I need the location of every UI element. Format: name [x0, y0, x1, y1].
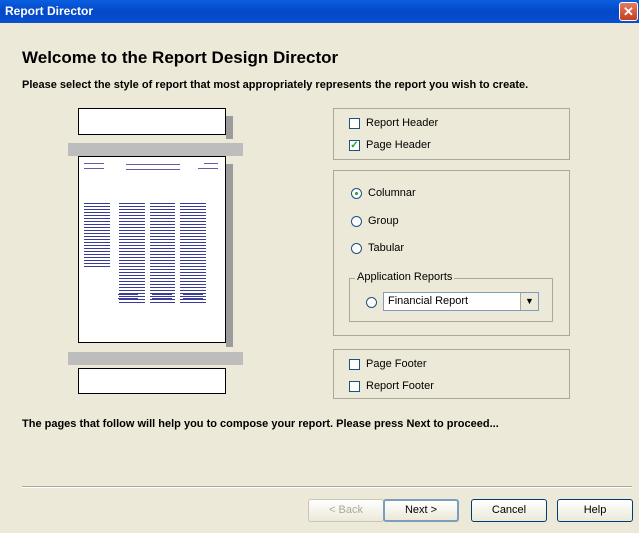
application-report-dropdown[interactable]: Financial Report ▼ — [383, 292, 539, 311]
page-footer-checkbox[interactable]: Page Footer — [349, 358, 427, 370]
next-button[interactable]: Next > — [383, 499, 459, 522]
instruction-text: The pages that follow will help you to c… — [22, 418, 499, 430]
help-button[interactable]: Help — [557, 499, 633, 522]
application-reports-legend: Application Reports — [355, 271, 455, 283]
checkbox-icon — [349, 380, 360, 392]
close-icon[interactable]: ✕ — [619, 2, 638, 21]
title-bar: Report Director ✕ — [0, 0, 639, 23]
window-title: Report Director — [5, 4, 94, 18]
chevron-down-icon[interactable]: ▼ — [520, 293, 538, 310]
radio-icon — [351, 242, 362, 254]
page-title: Welcome to the Report Design Director — [22, 48, 339, 67]
back-button[interactable]: < Back — [308, 499, 384, 522]
preview-bottom-band — [68, 352, 243, 365]
cancel-button[interactable]: Cancel — [471, 499, 547, 522]
checkbox-icon — [349, 358, 360, 370]
preview-report-header — [78, 108, 226, 135]
columnar-radio[interactable]: Columnar — [351, 187, 416, 199]
radio-icon — [351, 215, 362, 227]
preview-top-band — [68, 143, 243, 156]
financial-report-radio[interactable] — [366, 297, 383, 308]
checkmark-icon: ✓ — [349, 139, 360, 151]
checkbox-icon — [349, 117, 360, 129]
separator — [22, 486, 632, 488]
radio-icon — [366, 297, 377, 308]
tabular-radio[interactable]: Tabular — [351, 242, 404, 254]
page-header-checkbox[interactable]: ✓ Page Header — [349, 139, 431, 151]
report-footer-checkbox[interactable]: Report Footer — [349, 380, 434, 392]
radio-selected-icon — [351, 187, 362, 199]
page-subtitle: Please select the style of report that m… — [22, 79, 529, 91]
group-radio[interactable]: Group — [351, 215, 399, 227]
report-header-checkbox[interactable]: Report Header — [349, 117, 438, 129]
header-options-group — [333, 108, 570, 160]
report-preview — [68, 108, 243, 398]
preview-report-footer — [78, 368, 226, 394]
